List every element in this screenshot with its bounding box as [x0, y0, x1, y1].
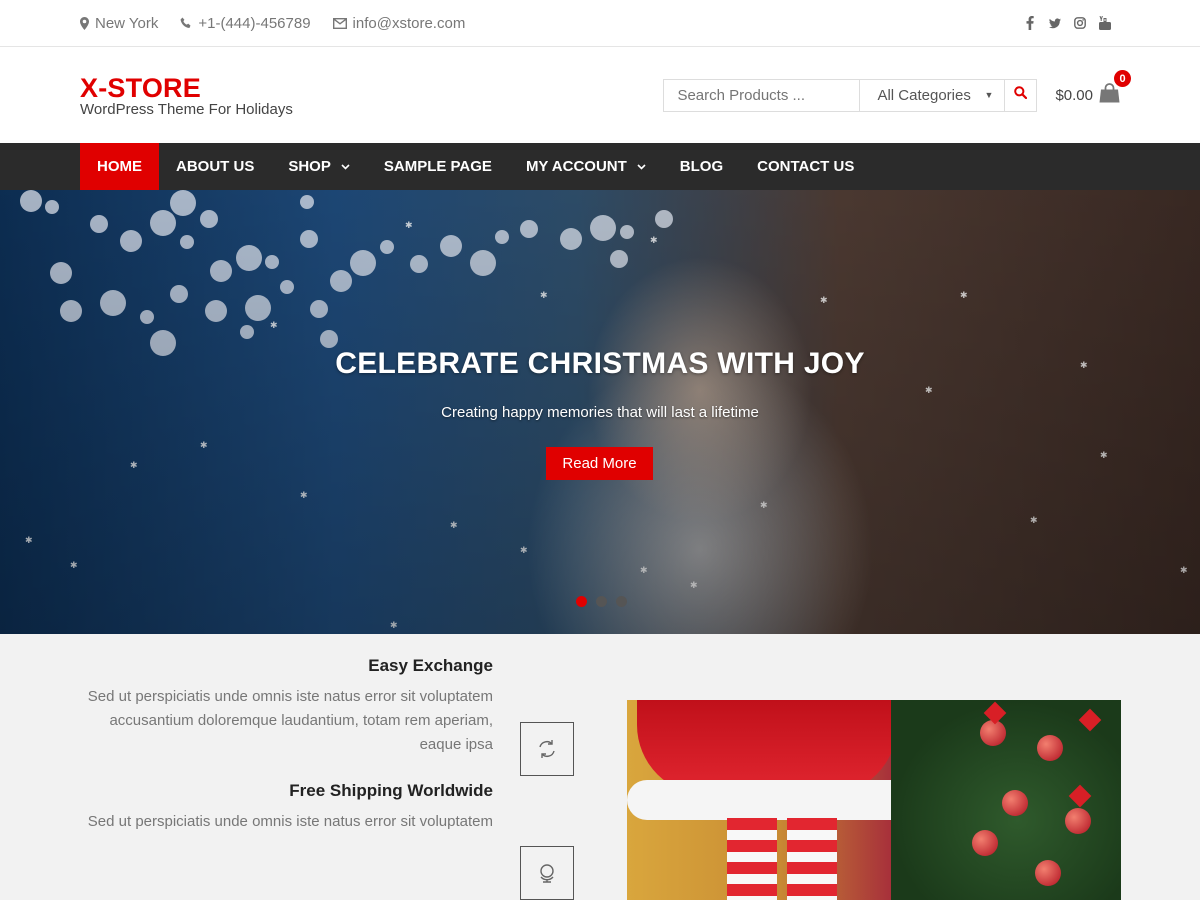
nav-item-sample-page[interactable]: Sample Page — [367, 143, 509, 190]
nav-item-contact-us[interactable]: Contact Us — [740, 143, 871, 190]
instagram-icon[interactable] — [1074, 16, 1086, 30]
promo-image — [627, 700, 1121, 900]
nav-label: Home — [97, 158, 142, 175]
product-search: All Categories ▼ — [663, 78, 1038, 112]
email[interactable]: info@xstore.com — [332, 14, 466, 32]
site-title[interactable]: X-STORE — [80, 75, 293, 102]
email-text: info@xstore.com — [352, 14, 466, 32]
slider-dot[interactable] — [616, 596, 627, 607]
ornament — [980, 720, 1006, 746]
mini-cart[interactable]: $0.00 0 — [1055, 70, 1131, 107]
slider-dot[interactable] — [596, 596, 607, 607]
search-button[interactable] — [1005, 80, 1036, 111]
feature-text: Sed ut perspiciatis unde omnis iste natu… — [87, 813, 493, 830]
feature-text: Sed ut perspiciatis unde omnis iste natu… — [87, 688, 493, 753]
hero-subtitle: Creating happy memories that will last a… — [441, 404, 759, 421]
nav-label: About Us — [176, 158, 255, 175]
slider-dot[interactable] — [576, 596, 587, 607]
site-tagline: WordPress Theme For Holidays — [80, 101, 293, 118]
nav-label: Blog — [679, 158, 724, 175]
contact-info: New York +1-(444)-456789 info@xstore.com — [80, 15, 465, 32]
nav-label: Shop — [288, 158, 331, 175]
hero-slider: ✱✱✱✱✱✱✱✱✱✱✱✱✱✱✱✱✱✱✱✱✱✱ CELEBRATE CHRISTM… — [0, 190, 1200, 634]
ornament — [1002, 790, 1028, 816]
ornament — [1035, 860, 1061, 886]
chevron-down-icon — [637, 162, 646, 172]
map-marker-icon — [80, 16, 89, 30]
feature-title: Easy Exchange — [368, 656, 493, 675]
feature-free-shipping: Free Shipping Worldwide Sed ut perspicia… — [73, 781, 493, 834]
nav-item-shop[interactable]: Shop — [271, 143, 367, 190]
nav-label: Sample Page — [383, 158, 492, 175]
top-bar: New York +1-(444)-456789 info@xstore.com — [0, 0, 1200, 47]
nav-label: Contact Us — [757, 158, 855, 175]
striped-leg — [727, 818, 777, 900]
exchange-icon — [520, 722, 574, 776]
nav-item-blog[interactable]: Blog — [663, 143, 740, 190]
nav-item-home[interactable]: Home — [80, 143, 159, 190]
caret-down-icon: ▼ — [984, 89, 994, 100]
category-select[interactable]: All Categories ▼ — [860, 79, 1006, 111]
ornament — [1065, 808, 1091, 834]
search-icon — [1014, 86, 1028, 104]
twitter-icon[interactable] — [1049, 16, 1061, 30]
site-logo[interactable]: X-STORE WordPress Theme For Holidays — [80, 71, 293, 119]
phone[interactable]: +1-(444)-456789 — [180, 14, 311, 32]
youtube-icon[interactable] — [1099, 16, 1111, 30]
phone-text: +1-(444)-456789 — [198, 14, 311, 32]
search-input[interactable] — [664, 79, 861, 111]
ornament — [972, 830, 998, 856]
feature-easy-exchange: Easy Exchange Sed ut perspiciatis unde o… — [73, 656, 493, 757]
globe-icon — [520, 846, 574, 900]
slider-pagination — [576, 596, 627, 607]
read-more-button[interactable]: Read More — [546, 447, 653, 480]
category-select-value: All Categories — [877, 86, 971, 104]
ornament — [1037, 735, 1063, 761]
location: New York — [80, 15, 158, 32]
striped-leg — [787, 818, 837, 900]
phone-icon — [180, 17, 192, 29]
chevron-down-icon — [341, 162, 350, 172]
envelope-icon — [332, 17, 347, 29]
features-section: Easy Exchange Sed ut perspiciatis unde o… — [0, 634, 1200, 900]
white-fur-trim — [627, 780, 912, 820]
nav-item-about-us[interactable]: About Us — [159, 143, 271, 190]
nav-label: My Account — [525, 158, 627, 175]
facebook-icon[interactable] — [1024, 16, 1036, 30]
cart-total: $0.00 — [1055, 86, 1093, 104]
site-header: X-STORE WordPress Theme For Holidays All… — [0, 47, 1200, 143]
main-navigation: Home About Us Shop Sample Page My Accoun… — [0, 143, 1200, 190]
social-links — [1024, 16, 1120, 30]
location-text: New York — [95, 14, 159, 32]
shopping-bag-icon — [1099, 83, 1120, 107]
hero-title: CELEBRATE CHRISTMAS WITH JOY — [335, 347, 865, 380]
feature-title: Free Shipping Worldwide — [289, 781, 493, 800]
nav-item-my-account[interactable]: My Account — [509, 143, 663, 190]
cart-count-badge: 0 — [1114, 70, 1131, 87]
